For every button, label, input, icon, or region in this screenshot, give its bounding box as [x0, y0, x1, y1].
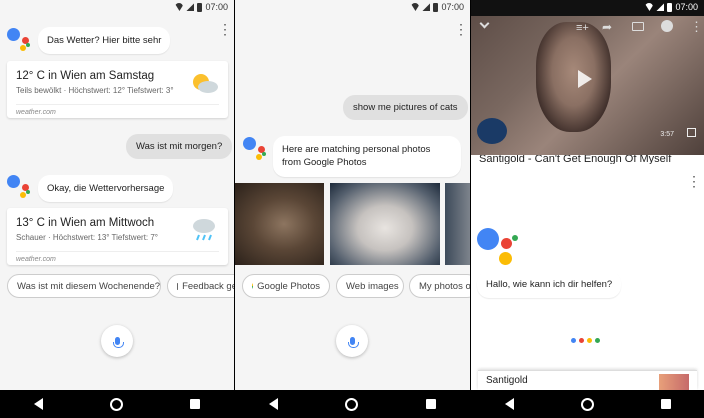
assistant-message: Das Wetter? Hier bitte sehr: [38, 27, 171, 55]
video-title[interactable]: Santigold - Can't Get Enough Of Myself: [479, 155, 671, 164]
chip-label: Google Photos: [257, 280, 320, 292]
recents-icon[interactable]: [426, 399, 437, 409]
rain-cloud-icon: [193, 219, 215, 241]
suggestion-chip-my-photos[interactable]: My photos of: [409, 274, 470, 298]
thinking-dot: [571, 338, 576, 343]
video-menu-icon[interactable]: ⋮: [690, 20, 703, 33]
video-title-strip: Santigold - Can't Get Enough Of Myself: [471, 155, 704, 164]
assistant-panel: ⋮ Hallo, wie kann ich dir helfen?: [471, 164, 704, 390]
share-icon[interactable]: ➦: [602, 20, 612, 34]
weather-card-title: 12° C in Wien am Samstag: [16, 70, 155, 82]
battery-icon: [667, 2, 673, 12]
mic-button[interactable]: [101, 325, 133, 357]
cat-photo-1[interactable]: [235, 183, 324, 265]
screen-weather: 07:00 ⋮ Das Wetter? Hier bitte sehr 12° …: [0, 0, 234, 418]
status-time: 07:00: [675, 2, 698, 12]
weather-card-source: weather.com: [16, 251, 219, 263]
channel-logo: [477, 118, 507, 144]
signal-icon: [186, 3, 195, 11]
weather-card-source: weather.com: [16, 104, 219, 116]
thinking-dot: [587, 338, 592, 343]
assistant-logo-icon: [477, 228, 521, 268]
signal-icon: [422, 3, 431, 11]
screen-video-assistant: 3:57 07:00 ≡+ ➦ ⋮ Santigold - Can't Get …: [471, 0, 704, 418]
result-card[interactable]: Santigold: [478, 370, 697, 390]
feedback-icon: [177, 282, 179, 290]
back-icon[interactable]: [504, 398, 514, 410]
assistant-message: Here are matching personal photos from G…: [273, 136, 461, 177]
status-time: 07:00: [205, 2, 228, 12]
battery-icon: [433, 2, 439, 12]
root: 07:00 ⋮ Das Wetter? Hier bitte sehr 12° …: [0, 0, 704, 418]
suggestion-chip-web-images[interactable]: Web images: [336, 274, 404, 298]
recents-icon[interactable]: [660, 399, 671, 409]
mic-icon: [347, 337, 359, 348]
weather-card-wednesday[interactable]: 13° C in Wien am Mittwoch Schauer · Höch…: [7, 208, 228, 265]
result-thumbnail: [659, 374, 689, 390]
mic-button[interactable]: [336, 325, 368, 357]
status-bar: 07:00: [471, 0, 704, 14]
result-title: Santigold: [486, 375, 528, 386]
thinking-dot: [595, 338, 600, 343]
suggestion-chip-weekend[interactable]: Was ist mit diesem Wochenende?: [7, 274, 161, 298]
video-toolbar: 07:00: [471, 0, 704, 16]
thinking-dot: [579, 338, 584, 343]
wifi-icon: [645, 3, 654, 11]
suggestion-chip-feedback[interactable]: Feedback ge: [167, 274, 234, 298]
weather-card-subtitle: Teils bewölkt · Höchstwert: 12° Tiefstwe…: [16, 86, 174, 95]
nav-bar: [471, 390, 704, 418]
video-thumbnail: [536, 22, 611, 132]
google-photos-icon: [252, 282, 254, 290]
cat-photo-2[interactable]: [330, 183, 440, 265]
home-icon[interactable]: [580, 397, 594, 411]
video-duration: 3:57: [660, 131, 674, 138]
wifi-icon: [175, 3, 184, 11]
fullscreen-icon[interactable]: [687, 128, 696, 137]
suggestion-chip-google-photos[interactable]: Google Photos: [242, 274, 330, 298]
status-time: 07:00: [441, 2, 464, 12]
overflow-menu-icon[interactable]: ⋮: [687, 174, 701, 188]
weather-card-title: 13° C in Wien am Mittwoch: [16, 217, 155, 229]
chip-label: Feedback ge: [182, 280, 234, 292]
home-icon[interactable]: [109, 397, 123, 411]
home-icon[interactable]: [345, 397, 359, 411]
weather-card-subtitle: Schauer · Höchstwert: 13° Tiefstwert: 7°: [16, 233, 159, 242]
wifi-icon: [411, 3, 420, 11]
recents-icon[interactable]: [190, 399, 201, 409]
back-icon[interactable]: [33, 398, 43, 410]
back-icon[interactable]: [268, 398, 278, 410]
partly-cloudy-icon: [193, 74, 218, 93]
weather-card-saturday[interactable]: 12° C in Wien am Samstag Teils bewölkt ·…: [7, 61, 228, 118]
screen-photos: 07:00 ⋮ show me pictures of cats Here ar…: [235, 0, 470, 418]
overflow-menu-icon[interactable]: ⋮: [218, 22, 232, 36]
mic-icon: [112, 337, 124, 348]
assistant-message: Okay, die Wettervorhersage: [38, 175, 174, 203]
cast-icon[interactable]: [632, 22, 644, 31]
user-message: Was ist mit morgen?: [126, 134, 233, 159]
cat-photo-3[interactable]: [445, 183, 470, 265]
play-icon[interactable]: [578, 70, 592, 88]
overflow-menu-icon[interactable]: ⋮: [454, 22, 468, 36]
nav-bar: [235, 390, 470, 418]
status-bar: 07:00: [0, 0, 234, 14]
assistant-logo-icon: [7, 28, 33, 54]
nav-bar: [0, 390, 234, 418]
signal-icon: [656, 3, 665, 11]
info-icon[interactable]: [661, 20, 673, 32]
add-to-playlist-icon[interactable]: ≡+: [576, 22, 589, 34]
assistant-logo-icon: [243, 137, 269, 163]
status-bar: 07:00: [235, 0, 470, 14]
assistant-message: Hallo, wie kann ich dir helfen?: [477, 271, 622, 299]
assistant-logo-icon: [7, 175, 33, 201]
user-message: show me pictures of cats: [343, 95, 468, 120]
battery-icon: [197, 2, 203, 12]
